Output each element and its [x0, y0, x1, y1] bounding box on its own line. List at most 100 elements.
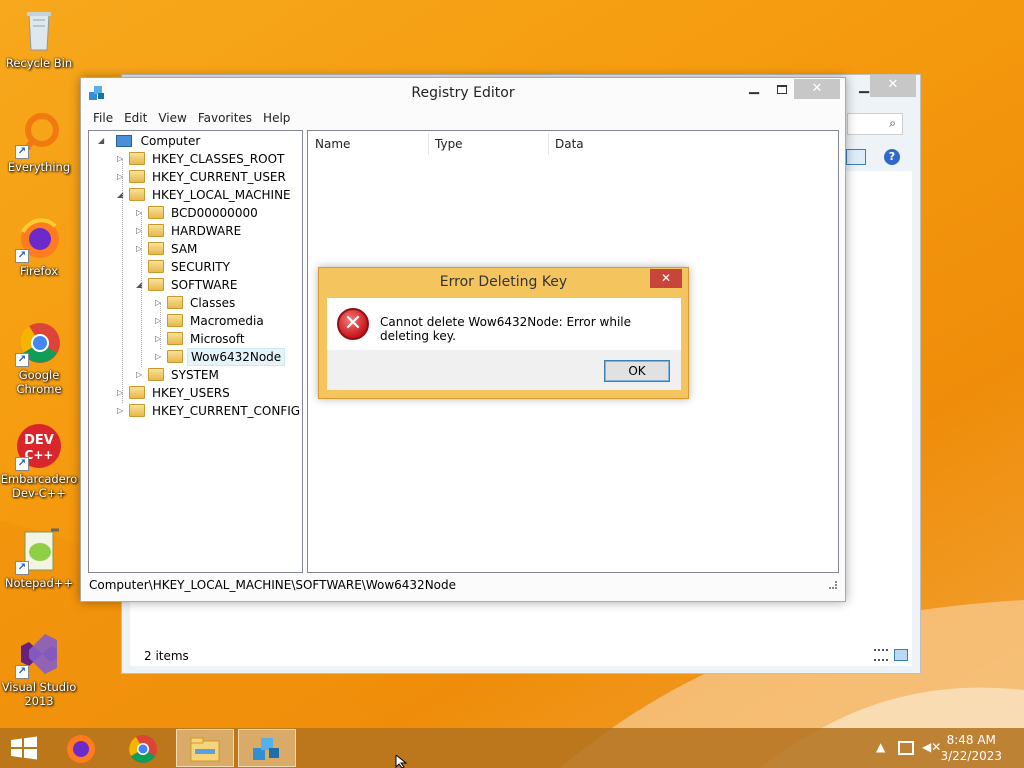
tree-item-wow6432node[interactable]: ▷ Wow6432Node: [155, 348, 286, 366]
close-button[interactable]: ✕: [794, 79, 840, 99]
desktop-icon-recycle-bin[interactable]: Recycle Bin: [0, 6, 78, 70]
desktop-icon-everything[interactable]: ↗ Everything: [0, 110, 78, 174]
shortcut-arrow-icon: ↗: [15, 561, 29, 575]
menu-file[interactable]: File: [93, 108, 113, 128]
expand-icon[interactable]: ▷: [155, 348, 165, 366]
desktop-icon-label: Visual Studio 2013: [1, 680, 77, 708]
menu-edit[interactable]: Edit: [124, 108, 147, 128]
expand-icon[interactable]: ▷: [117, 402, 127, 420]
dialog-close-button[interactable]: ✕: [650, 269, 682, 288]
explorer-status-text: 2 items: [144, 649, 189, 663]
tree-connector: [160, 303, 161, 349]
expand-icon[interactable]: ▷: [136, 366, 146, 384]
taskbar-file-explorer[interactable]: [176, 729, 234, 767]
folder-open-icon: [148, 278, 164, 291]
registry-tree[interactable]: ◢ Computer ▷ HKEY_CLASSES_ROOT ▷ HKEY_CURR…: [88, 130, 303, 573]
tree-item-security[interactable]: SECURITY: [136, 258, 233, 276]
file-explorer-icon: [190, 737, 220, 762]
help-icon[interactable]: ?: [884, 149, 900, 165]
folder-icon: [129, 404, 145, 417]
column-header-data[interactable]: Data: [548, 133, 838, 155]
desktop-icon-dev-cpp[interactable]: DEV C++ ↗ Embarcadero Dev-C++: [0, 422, 78, 500]
desktop-icon-label: Google Chrome: [16, 368, 62, 396]
folder-icon: [129, 170, 145, 183]
volume-muted-icon[interactable]: ◀✕: [922, 740, 941, 754]
dialog-message: Cannot delete Wow6432Node: Error while d…: [380, 315, 631, 343]
folder-icon: [167, 314, 183, 327]
taskbar-clock[interactable]: 8:48 AM 3/22/2023: [940, 732, 1002, 764]
recycle-bin-icon: [15, 6, 63, 54]
tree-item-label: SECURITY: [171, 260, 230, 274]
menu-view[interactable]: View: [158, 108, 186, 128]
details-view-icon[interactable]: [874, 649, 888, 661]
explorer-close-button[interactable]: ✕: [870, 75, 916, 97]
desktop-icon-notepad-plus-plus[interactable]: ↗ Notepad++: [0, 526, 78, 590]
tree-item-hkey-current-config[interactable]: ▷ HKEY_CURRENT_CONFIG: [117, 402, 302, 420]
resize-grip-icon[interactable]: [829, 581, 837, 589]
large-icons-view-icon[interactable]: [894, 649, 908, 661]
desktop-icon-visual-studio[interactable]: ↗ Visual Studio 2013: [0, 630, 78, 708]
folder-icon: [129, 152, 145, 165]
tree-item-label: SAM: [171, 242, 198, 256]
column-header-name[interactable]: Name: [308, 133, 428, 155]
tree-connector: [141, 213, 142, 367]
taskbar: ▲ ◀✕ 8:48 AM 3/22/2023: [0, 728, 1024, 768]
status-bar: Computer\HKEY_LOCAL_MACHINE\SOFTWARE\Wow…: [88, 575, 839, 595]
tree-item-classes[interactable]: ▷ Classes: [155, 294, 238, 312]
error-dialog[interactable]: Error Deleting Key ✕ ✕ Cannot delete Wow…: [318, 267, 689, 399]
menu-help[interactable]: Help: [263, 108, 290, 128]
preview-pane-icon[interactable]: [846, 149, 866, 165]
folder-icon: [129, 188, 145, 201]
tree-connector: [122, 159, 123, 403]
tree-item-label: Macromedia: [190, 314, 264, 328]
desktop-icon-label: Firefox: [19, 264, 59, 278]
chrome-icon: [129, 735, 157, 763]
tree-item-macromedia[interactable]: ▷ Macromedia: [155, 312, 267, 330]
desktop-icon-firefox[interactable]: ↗ Firefox: [0, 214, 78, 278]
desktop-icon-google-chrome[interactable]: ↗ Google Chrome: [0, 318, 78, 396]
show-hidden-icons-icon[interactable]: ▲: [876, 740, 885, 754]
tree-item-computer[interactable]: ◢ Computer: [98, 132, 203, 150]
desktop-icon-label: Notepad++: [4, 576, 74, 590]
desktop-icon-label: Everything: [7, 160, 71, 174]
tree-item-system[interactable]: ▷ SYSTEM: [136, 366, 222, 384]
start-button[interactable]: [10, 736, 38, 760]
taskbar-chrome[interactable]: [114, 729, 172, 767]
minimize-button[interactable]: ▁: [745, 80, 763, 102]
column-header-type[interactable]: Type: [428, 133, 548, 155]
tree-item-label: Classes: [190, 296, 236, 310]
tree-item-hkey-current-user[interactable]: ▷ HKEY_CURRENT_USER: [117, 168, 289, 186]
regedit-titlebar[interactable]: Registry Editor ▁ ✕: [81, 78, 845, 108]
tree-item-sam[interactable]: ▷ SAM: [136, 240, 200, 258]
tree-item-hkey-classes-root[interactable]: ▷ HKEY_CLASSES_ROOT: [117, 150, 287, 168]
explorer-search-input[interactable]: ⌕: [847, 113, 903, 135]
tree-item-label: HKEY_USERS: [152, 386, 230, 400]
taskbar-firefox[interactable]: [52, 729, 110, 767]
tree-item-microsoft[interactable]: ▷ Microsoft: [155, 330, 248, 348]
tree-item-label: HKEY_LOCAL_MACHINE: [152, 188, 291, 202]
folder-icon: [167, 332, 183, 345]
tree-item-hkey-users[interactable]: ▷ HKEY_USERS: [117, 384, 233, 402]
shortcut-arrow-icon: ↗: [15, 249, 29, 263]
tree-item-hardware[interactable]: ▷ HARDWARE: [136, 222, 244, 240]
dialog-body: ✕ Cannot delete Wow6432Node: Error while…: [327, 298, 681, 390]
status-path: Computer\HKEY_LOCAL_MACHINE\SOFTWARE\Wow…: [89, 578, 457, 592]
menu-favorites[interactable]: Favorites: [198, 108, 252, 128]
folder-icon: [148, 368, 164, 381]
clock-time: 8:48 AM: [946, 733, 996, 747]
tree-item-label: SOFTWARE: [171, 278, 238, 292]
dev-cpp-icon: DEV C++ ↗: [15, 422, 63, 471]
tree-item-software[interactable]: ◢ SOFTWARE: [136, 276, 240, 294]
network-icon[interactable]: [898, 741, 914, 755]
tree-item-hkey-local-machine[interactable]: ◢ HKEY_LOCAL_MACHINE: [117, 186, 294, 204]
tree-item-bcd[interactable]: ▷ BCD00000000: [136, 204, 261, 222]
maximize-button[interactable]: [777, 85, 787, 94]
folder-icon: [167, 350, 183, 363]
ok-button[interactable]: OK: [604, 360, 670, 382]
search-icon[interactable]: ⌕: [889, 116, 896, 131]
collapse-icon[interactable]: ◢: [98, 132, 108, 150]
taskbar-registry-editor[interactable]: [238, 729, 296, 767]
tree-item-label: Microsoft: [190, 332, 245, 346]
desktop-icon-label: Recycle Bin: [5, 56, 73, 70]
firefox-icon: ↗: [15, 214, 63, 263]
